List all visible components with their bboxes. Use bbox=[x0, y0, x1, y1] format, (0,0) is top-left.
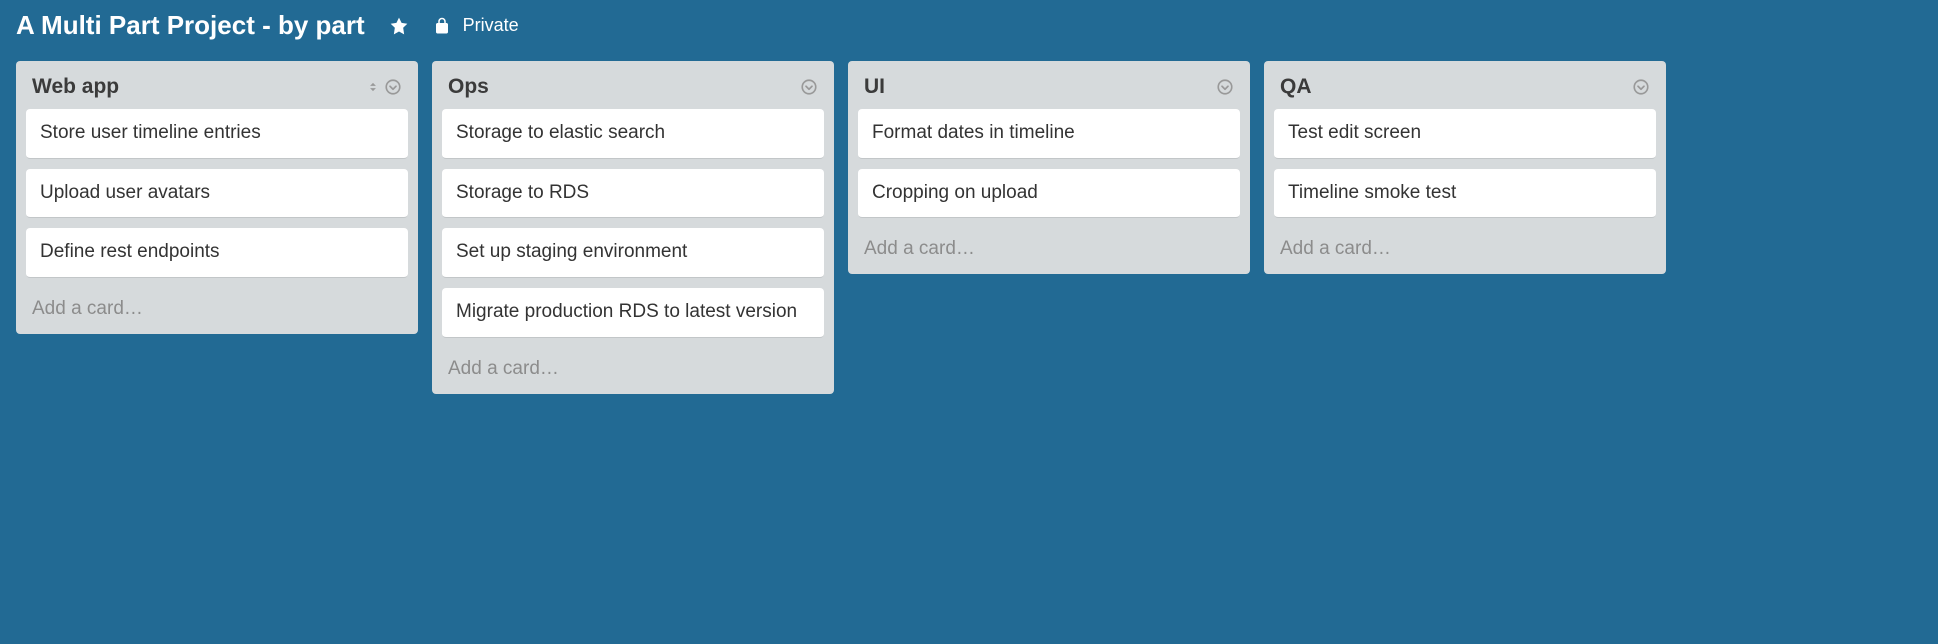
privacy-button[interactable]: Private bbox=[433, 15, 519, 36]
card[interactable]: Define rest endpoints bbox=[26, 228, 408, 278]
chevron-down-circle-icon[interactable] bbox=[1216, 78, 1234, 96]
list-ui: UI Format dates in timeline Cropping on … bbox=[848, 61, 1250, 274]
card[interactable]: Upload user avatars bbox=[26, 169, 408, 219]
list-header: QA bbox=[1274, 71, 1656, 109]
card[interactable]: Cropping on upload bbox=[858, 169, 1240, 219]
add-card-button[interactable]: Add a card… bbox=[858, 228, 1240, 264]
list-header: Web app bbox=[26, 71, 408, 109]
list-header-icons bbox=[1216, 78, 1234, 96]
list-web-app: Web app Store user timeline entries Uplo… bbox=[16, 61, 418, 334]
list-title[interactable]: UI bbox=[864, 75, 885, 99]
list-title[interactable]: Ops bbox=[448, 75, 489, 99]
lists-container: Web app Store user timeline entries Uplo… bbox=[0, 49, 1938, 406]
sort-icon[interactable] bbox=[366, 80, 380, 94]
card[interactable]: Timeline smoke test bbox=[1274, 169, 1656, 219]
card[interactable]: Format dates in timeline bbox=[858, 109, 1240, 159]
chevron-down-circle-icon[interactable] bbox=[384, 78, 402, 96]
card[interactable]: Storage to RDS bbox=[442, 169, 824, 219]
chevron-down-circle-icon[interactable] bbox=[1632, 78, 1650, 96]
board-title[interactable]: A Multi Part Project - by part bbox=[16, 10, 365, 41]
privacy-label: Private bbox=[463, 15, 519, 36]
list-title[interactable]: Web app bbox=[32, 75, 119, 99]
add-card-button[interactable]: Add a card… bbox=[1274, 228, 1656, 264]
list-header: Ops bbox=[442, 71, 824, 109]
add-card-button[interactable]: Add a card… bbox=[442, 348, 824, 384]
list-ops: Ops Storage to elastic search Storage to… bbox=[432, 61, 834, 394]
list-header-icons bbox=[800, 78, 818, 96]
list-title[interactable]: QA bbox=[1280, 75, 1312, 99]
card[interactable]: Migrate production RDS to latest version bbox=[442, 288, 824, 338]
add-card-button[interactable]: Add a card… bbox=[26, 288, 408, 324]
card[interactable]: Test edit screen bbox=[1274, 109, 1656, 159]
board-header: A Multi Part Project - by part Private bbox=[0, 0, 1938, 49]
star-icon[interactable] bbox=[389, 16, 409, 36]
lock-icon bbox=[433, 17, 451, 35]
list-header: UI bbox=[858, 71, 1240, 109]
chevron-down-circle-icon[interactable] bbox=[800, 78, 818, 96]
card[interactable]: Store user timeline entries bbox=[26, 109, 408, 159]
list-qa: QA Test edit screen Timeline smoke test … bbox=[1264, 61, 1666, 274]
list-header-icons bbox=[366, 78, 402, 96]
list-header-icons bbox=[1632, 78, 1650, 96]
card[interactable]: Storage to elastic search bbox=[442, 109, 824, 159]
card[interactable]: Set up staging environment bbox=[442, 228, 824, 278]
